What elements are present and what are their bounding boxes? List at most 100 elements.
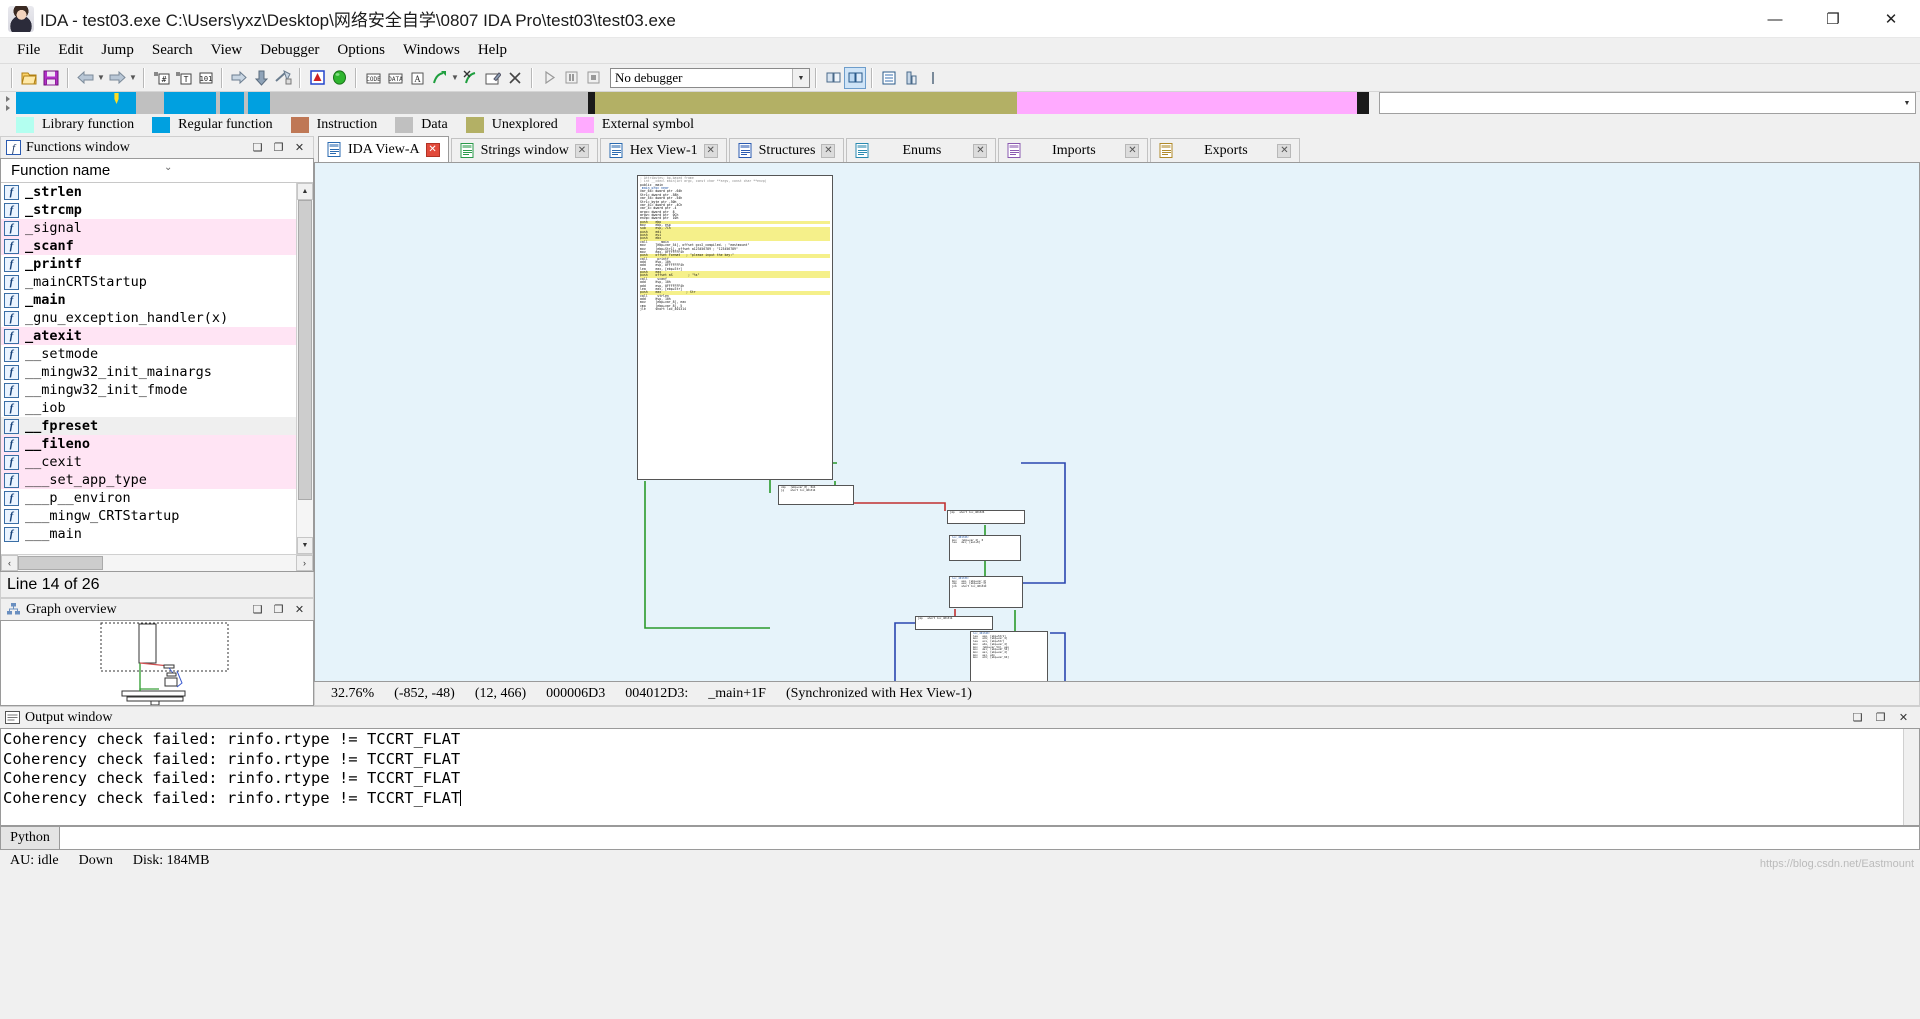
function-list-item[interactable]: f __fileno	[1, 435, 296, 453]
search-text-icon[interactable]: T	[173, 68, 193, 88]
function-list-item[interactable]: f __mingw32_init_mainargs	[1, 363, 296, 381]
jump-xref-icon[interactable]	[273, 68, 293, 88]
function-list-item[interactable]: f _signal	[1, 219, 296, 237]
output-log[interactable]: Coherency check failed: rinfo.rtype != T…	[0, 728, 1920, 826]
functions-column-header[interactable]: Function name ⌄	[1, 159, 313, 183]
restore-button[interactable]: ❑	[251, 141, 264, 154]
function-list-item[interactable]: f __cexit	[1, 453, 296, 471]
save-icon[interactable]	[41, 68, 61, 88]
edit-function-icon[interactable]	[483, 68, 503, 88]
tab-enums[interactable]: Enums ✕	[846, 138, 997, 162]
function-list-item[interactable]: f __setmode	[1, 345, 296, 363]
make-data-icon[interactable]: DATA	[385, 68, 405, 88]
function-list-item[interactable]: f _scanf	[1, 237, 296, 255]
cli-input[interactable]	[60, 826, 1920, 850]
graph-node[interactable]: ; Attributes: bp-based frame; int __cdec…	[637, 175, 833, 480]
function-list-item[interactable]: f _printf	[1, 255, 296, 273]
hscroll-track[interactable]	[18, 555, 296, 571]
output-vertical-scrollbar[interactable]	[1903, 729, 1919, 825]
scroll-left-button[interactable]: ‹	[1, 555, 18, 571]
close-button[interactable]: ✕	[1862, 0, 1920, 38]
close-icon[interactable]: ✕	[1277, 143, 1292, 158]
close-icon[interactable]: ✕	[973, 143, 988, 158]
forward-dropdown-icon[interactable]: ▼	[128, 73, 138, 82]
chevron-down-icon[interactable]: ⌄	[164, 162, 172, 173]
function-list-item[interactable]: f __fpreset	[1, 417, 296, 435]
functions-list[interactable]: f _strlen f _strcmp f _signal f _scanf f _printf f…	[1, 183, 296, 554]
menu-debugger[interactable]: Debugger	[251, 40, 328, 61]
sync-icon[interactable]	[844, 66, 866, 89]
graph-overview-canvas[interactable]	[0, 620, 314, 706]
navigate-forward-icon[interactable]	[107, 68, 127, 88]
undefine-icon[interactable]	[461, 68, 481, 88]
ida-view-a-graph[interactable]: ; Attributes: bp-based frame; int __cdec…	[314, 162, 1920, 682]
hscroll-thumb[interactable]	[18, 556, 103, 570]
tab-structures[interactable]: Structures ✕	[728, 138, 845, 162]
back-dropdown-icon[interactable]: ▼	[96, 73, 106, 82]
function-name-column-header[interactable]: Function name	[1, 162, 110, 179]
function-dropdown-icon[interactable]: ▼	[450, 73, 460, 82]
maximize-button[interactable]: ❐	[1804, 0, 1862, 38]
open-file-icon[interactable]	[19, 68, 39, 88]
function-list-item[interactable]: f ___main	[1, 525, 296, 543]
navband-segment-separator[interactable]	[588, 92, 595, 114]
menu-windows[interactable]: Windows	[394, 40, 469, 61]
navband-combo[interactable]: ▼	[1379, 92, 1916, 114]
tab-strings-window[interactable]: Strings window ✕	[450, 138, 598, 162]
navband-segment-regular-function[interactable]	[220, 92, 244, 114]
menu-search[interactable]: Search	[143, 40, 202, 61]
restore-button[interactable]: ❑	[1851, 711, 1864, 724]
misc-icon[interactable]	[923, 68, 943, 88]
function-list-item[interactable]: f ___set_app_type	[1, 471, 296, 489]
run-icon[interactable]	[539, 68, 559, 88]
close-panel-button[interactable]: ✕	[293, 141, 306, 154]
jump-down-icon[interactable]	[251, 68, 271, 88]
close-panel-button[interactable]: ✕	[293, 603, 306, 616]
options-icon[interactable]	[823, 68, 843, 88]
function-list-item[interactable]: f _mainCRTStartup	[1, 273, 296, 291]
graph-node[interactable]: jmp short loc_401326	[947, 510, 1025, 524]
menu-options[interactable]: Options	[328, 40, 394, 61]
restore-button[interactable]: ❑	[251, 603, 264, 616]
tab-hex-view-1[interactable]: Hex View-1 ✕	[599, 138, 727, 162]
stack-icon[interactable]	[901, 68, 921, 88]
functions-horizontal-scrollbar[interactable]: ‹ ›	[1, 554, 313, 571]
chevron-down-icon[interactable]: ▼	[1899, 94, 1915, 112]
create-function-icon[interactable]	[429, 68, 449, 88]
function-list-item[interactable]: f __iob	[1, 399, 296, 417]
navband-segment-data[interactable]	[270, 92, 588, 114]
vscroll-thumb[interactable]	[298, 200, 312, 500]
search-immediate-icon[interactable]: 101	[195, 68, 215, 88]
vscroll-track[interactable]	[297, 200, 313, 537]
function-list-item[interactable]: f _strcmp	[1, 201, 296, 219]
jump-to-icon[interactable]	[229, 68, 249, 88]
float-button[interactable]: ❐	[1874, 711, 1887, 724]
navband-segment-regular-function[interactable]	[164, 92, 216, 114]
struct-icon[interactable]	[879, 68, 899, 88]
stop-icon[interactable]	[583, 68, 603, 88]
menu-edit[interactable]: Edit	[49, 40, 92, 61]
graph-node[interactable]: loc_401330: mov eax, [ebp+var_4] cmp eax, …	[949, 576, 1023, 608]
graph-node[interactable]: jmp short loc_40131b	[915, 616, 993, 630]
function-list-item[interactable]: f _strlen	[1, 183, 296, 201]
chevron-down-icon[interactable]: ▼	[792, 68, 809, 87]
graph-node[interactable]: loc_401326: mov [ebp+var_4], 0 lea esi, [e…	[949, 535, 1021, 561]
scroll-down-button[interactable]: ▼	[297, 537, 313, 554]
close-icon[interactable]: ✕	[703, 143, 718, 158]
pause-icon[interactable]	[561, 68, 581, 88]
navigate-back-icon[interactable]	[75, 68, 95, 88]
green-play-icon[interactable]	[329, 68, 349, 88]
menu-help[interactable]: Help	[469, 40, 516, 61]
function-list-item[interactable]: f _main	[1, 291, 296, 309]
graph-node[interactable]: cmp [ebp+var_8], 0Ah jg short loc_401314	[778, 485, 854, 505]
float-button[interactable]: ❐	[272, 141, 285, 154]
navband-segment-unexplored[interactable]	[595, 92, 1017, 114]
make-code-icon[interactable]: CODE	[363, 68, 383, 88]
tab-exports[interactable]: Exports ✕	[1150, 138, 1301, 162]
menu-file[interactable]: File	[8, 40, 49, 61]
minimize-button[interactable]: —	[1746, 0, 1804, 38]
functions-vertical-scrollbar[interactable]: ▲ ▼	[296, 183, 313, 554]
menu-jump[interactable]: Jump	[92, 40, 143, 61]
function-list-item[interactable]: f ___mingw_CRTStartup	[1, 507, 296, 525]
menu-view[interactable]: View	[202, 40, 252, 61]
